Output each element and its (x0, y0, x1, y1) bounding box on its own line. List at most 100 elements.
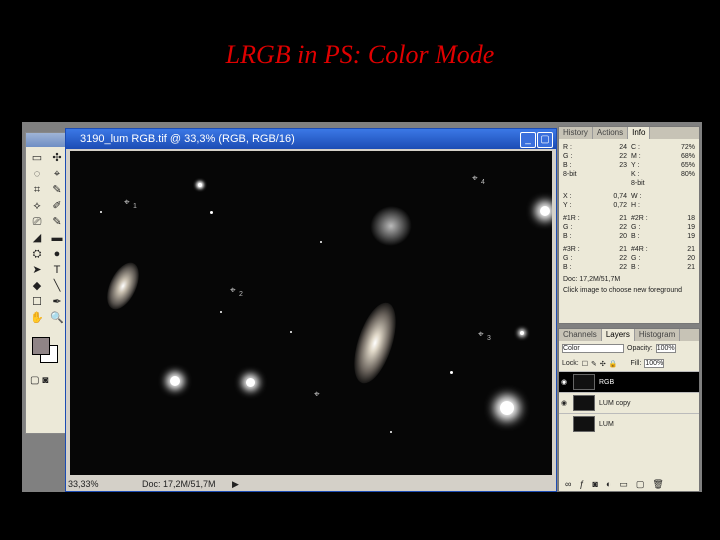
tab-actions[interactable]: Actions (593, 127, 629, 139)
sampler-1-readout: #1R :21 G :22 B :20 (563, 215, 627, 240)
tab-histogram[interactable]: Histogram (635, 329, 681, 341)
layer-row[interactable]: ◉ LUM copy (559, 392, 699, 413)
star (390, 431, 392, 433)
layer-row[interactable]: LUM (559, 413, 699, 434)
star (220, 311, 222, 313)
opacity-field[interactable]: 100% (655, 344, 676, 353)
eye-icon[interactable]: ◉ (559, 378, 569, 386)
image-canvas[interactable]: ⌖ 1 ⌖ 2 ⌖ 3 ⌖ 4 ⌖ (70, 151, 552, 475)
star (320, 241, 322, 243)
bright-star (198, 183, 202, 187)
layers-panel: Channels Layers Histogram Color Opacity:… (558, 328, 700, 492)
maximize-icon[interactable]: ▢ (537, 132, 553, 148)
color-swatches (26, 333, 66, 373)
tab-layers[interactable]: Layers (601, 329, 635, 341)
opacity-label: Opacity: (627, 345, 653, 352)
star (290, 331, 292, 333)
info-readouts: R :24 G :22 B :23 8-bit C :72% M :68% Y … (559, 139, 699, 276)
link-layers-icon[interactable]: ∞ (565, 479, 571, 489)
trash-icon[interactable]: 🗑 (652, 479, 663, 490)
blur-tool-icon[interactable]: ⛭ (28, 247, 46, 261)
blend-mode-select[interactable]: Color (562, 344, 624, 353)
cmyk-readout: C :72% M :68% Y :65% K :80% 8-bit (631, 144, 695, 187)
document-titlebar[interactable]: 3190_lum RGB.tif @ 33,3% (RGB, RGB/16) _… (66, 129, 556, 149)
mode-buttons: ▢ ◙ (26, 373, 66, 388)
layer-name: RGB (599, 378, 615, 386)
eraser-tool-icon[interactable]: ◢ (28, 231, 46, 245)
layer-name: LUM copy (599, 399, 631, 407)
info-hint: Click image to choose new foreground (563, 287, 683, 294)
adjustment-layer-icon[interactable]: ◐ (606, 479, 611, 489)
bright-star (500, 401, 514, 415)
layer-thumbnail (573, 416, 595, 432)
color-sampler-4[interactable]: ⌖ (472, 173, 478, 184)
new-group-icon[interactable]: ▭ (619, 479, 628, 490)
quick-mask-icon[interactable]: ◙ (42, 375, 48, 386)
history-brush-icon[interactable]: ✎ (48, 215, 66, 229)
minimize-icon[interactable]: _ (520, 132, 536, 148)
color-sampler-label: 2 (239, 291, 243, 298)
magic-wand-icon[interactable]: ⌖ (48, 167, 66, 181)
eye-icon[interactable]: ◉ (559, 399, 569, 407)
fill-label: Fill: (630, 360, 642, 367)
wh-readout: W : H : (631, 193, 642, 209)
tool-grid: ▭ ✣ ◌ ⌖ ⌗ ✎ ⟡ ✐ ⎚ ✎ ◢ ▬ ⛭ ● ➤ T ◆ ╲ ☐ ✒ … (26, 147, 66, 329)
foreground-color-swatch[interactable] (32, 337, 50, 355)
layer-thumbnail (573, 395, 595, 411)
photoshop-workspace: ▭ ✣ ◌ ⌖ ⌗ ✎ ⟡ ✐ ⎚ ✎ ◢ ▬ ⛭ ● ➤ T ◆ ╲ ☐ ✒ … (22, 122, 702, 492)
slice-tool-icon[interactable]: ✎ (48, 183, 66, 197)
lock-position-icon[interactable]: ✣ (600, 360, 606, 368)
lock-transparency-icon[interactable]: ☐ (582, 360, 588, 368)
new-layer-icon[interactable]: ▢ (636, 479, 645, 490)
layer-mask-icon[interactable]: ◙ (592, 479, 597, 489)
eyedropper-tool-icon[interactable]: ✒ (48, 295, 66, 309)
color-sampler-1[interactable]: ⌖ (124, 197, 130, 208)
lock-all-icon[interactable]: 🔒 (609, 360, 618, 368)
status-menu-arrow-icon[interactable]: ▶ (232, 477, 239, 491)
standard-mode-icon[interactable]: ▢ (30, 375, 39, 386)
brush-tool-icon[interactable]: ✐ (48, 199, 66, 213)
layer-row[interactable]: ◉ RGB (559, 371, 699, 392)
sampler-2-readout: #2R :18 G :19 B :19 (631, 215, 695, 240)
type-tool-icon[interactable]: T (48, 263, 66, 277)
info-doc-size: Doc: 17,2M/51,7M (563, 276, 621, 283)
color-sampler-3[interactable]: ⌖ (478, 329, 484, 340)
lock-label: Lock: (562, 360, 579, 367)
document-status-bar: 33,33% Doc: 17,2M/51,7M ▶ (66, 477, 556, 491)
marquee-tool-icon[interactable]: ▭ (28, 151, 46, 165)
info-panel-tabs: History Actions Info (559, 127, 699, 139)
sampler-4-readout: #4R :21 G :20 B :21 (631, 246, 695, 271)
tab-info[interactable]: Info (628, 127, 651, 139)
color-sampler-2[interactable]: ⌖ (230, 285, 236, 296)
tab-history[interactable]: History (559, 127, 593, 139)
fill-field[interactable]: 100% (644, 359, 665, 368)
xy-readout: X :0,74 Y :0,72 (563, 193, 627, 209)
toolbox-header[interactable] (26, 133, 66, 147)
document-window: 3190_lum RGB.tif @ 33,3% (RGB, RGB/16) _… (65, 128, 557, 492)
zoom-field[interactable]: 33,33% (68, 477, 99, 491)
clone-stamp-icon[interactable]: ⎚ (28, 215, 46, 229)
lasso-tool-icon[interactable]: ◌ (28, 167, 46, 181)
layer-style-icon[interactable]: ƒ (579, 479, 584, 489)
pen-tool-icon[interactable]: ◆ (28, 279, 46, 293)
line-tool-icon[interactable]: ╲ (48, 279, 66, 293)
healing-brush-icon[interactable]: ⟡ (28, 199, 46, 213)
cursor-crosshair-icon: ⌖ (314, 389, 320, 400)
blend-row: Color Opacity: 100% (559, 341, 699, 356)
color-sampler-label: 4 (481, 179, 485, 186)
lock-image-icon[interactable]: ✎ (591, 360, 597, 368)
zoom-tool-icon[interactable]: 🔍 (48, 311, 66, 325)
tab-channels[interactable]: Channels (559, 329, 602, 341)
crop-tool-icon[interactable]: ⌗ (28, 183, 46, 197)
slide-title: LRGB in PS: Color Mode (225, 40, 495, 69)
gradient-tool-icon[interactable]: ▬ (48, 231, 66, 245)
bright-star (170, 376, 180, 386)
bright-star (520, 331, 524, 335)
notes-tool-icon[interactable]: ☐ (28, 295, 46, 309)
toolbox: ▭ ✣ ◌ ⌖ ⌗ ✎ ⟡ ✐ ⎚ ✎ ◢ ▬ ⛭ ● ➤ T ◆ ╲ ☐ ✒ … (25, 132, 67, 434)
hand-tool-icon[interactable]: ✋ (28, 311, 46, 325)
dodge-tool-icon[interactable]: ● (48, 247, 66, 261)
move-tool-icon[interactable]: ✣ (48, 151, 66, 165)
sampler-3-readout: #3R :21 G :22 B :22 (563, 246, 627, 271)
path-selection-icon[interactable]: ➤ (28, 263, 46, 277)
